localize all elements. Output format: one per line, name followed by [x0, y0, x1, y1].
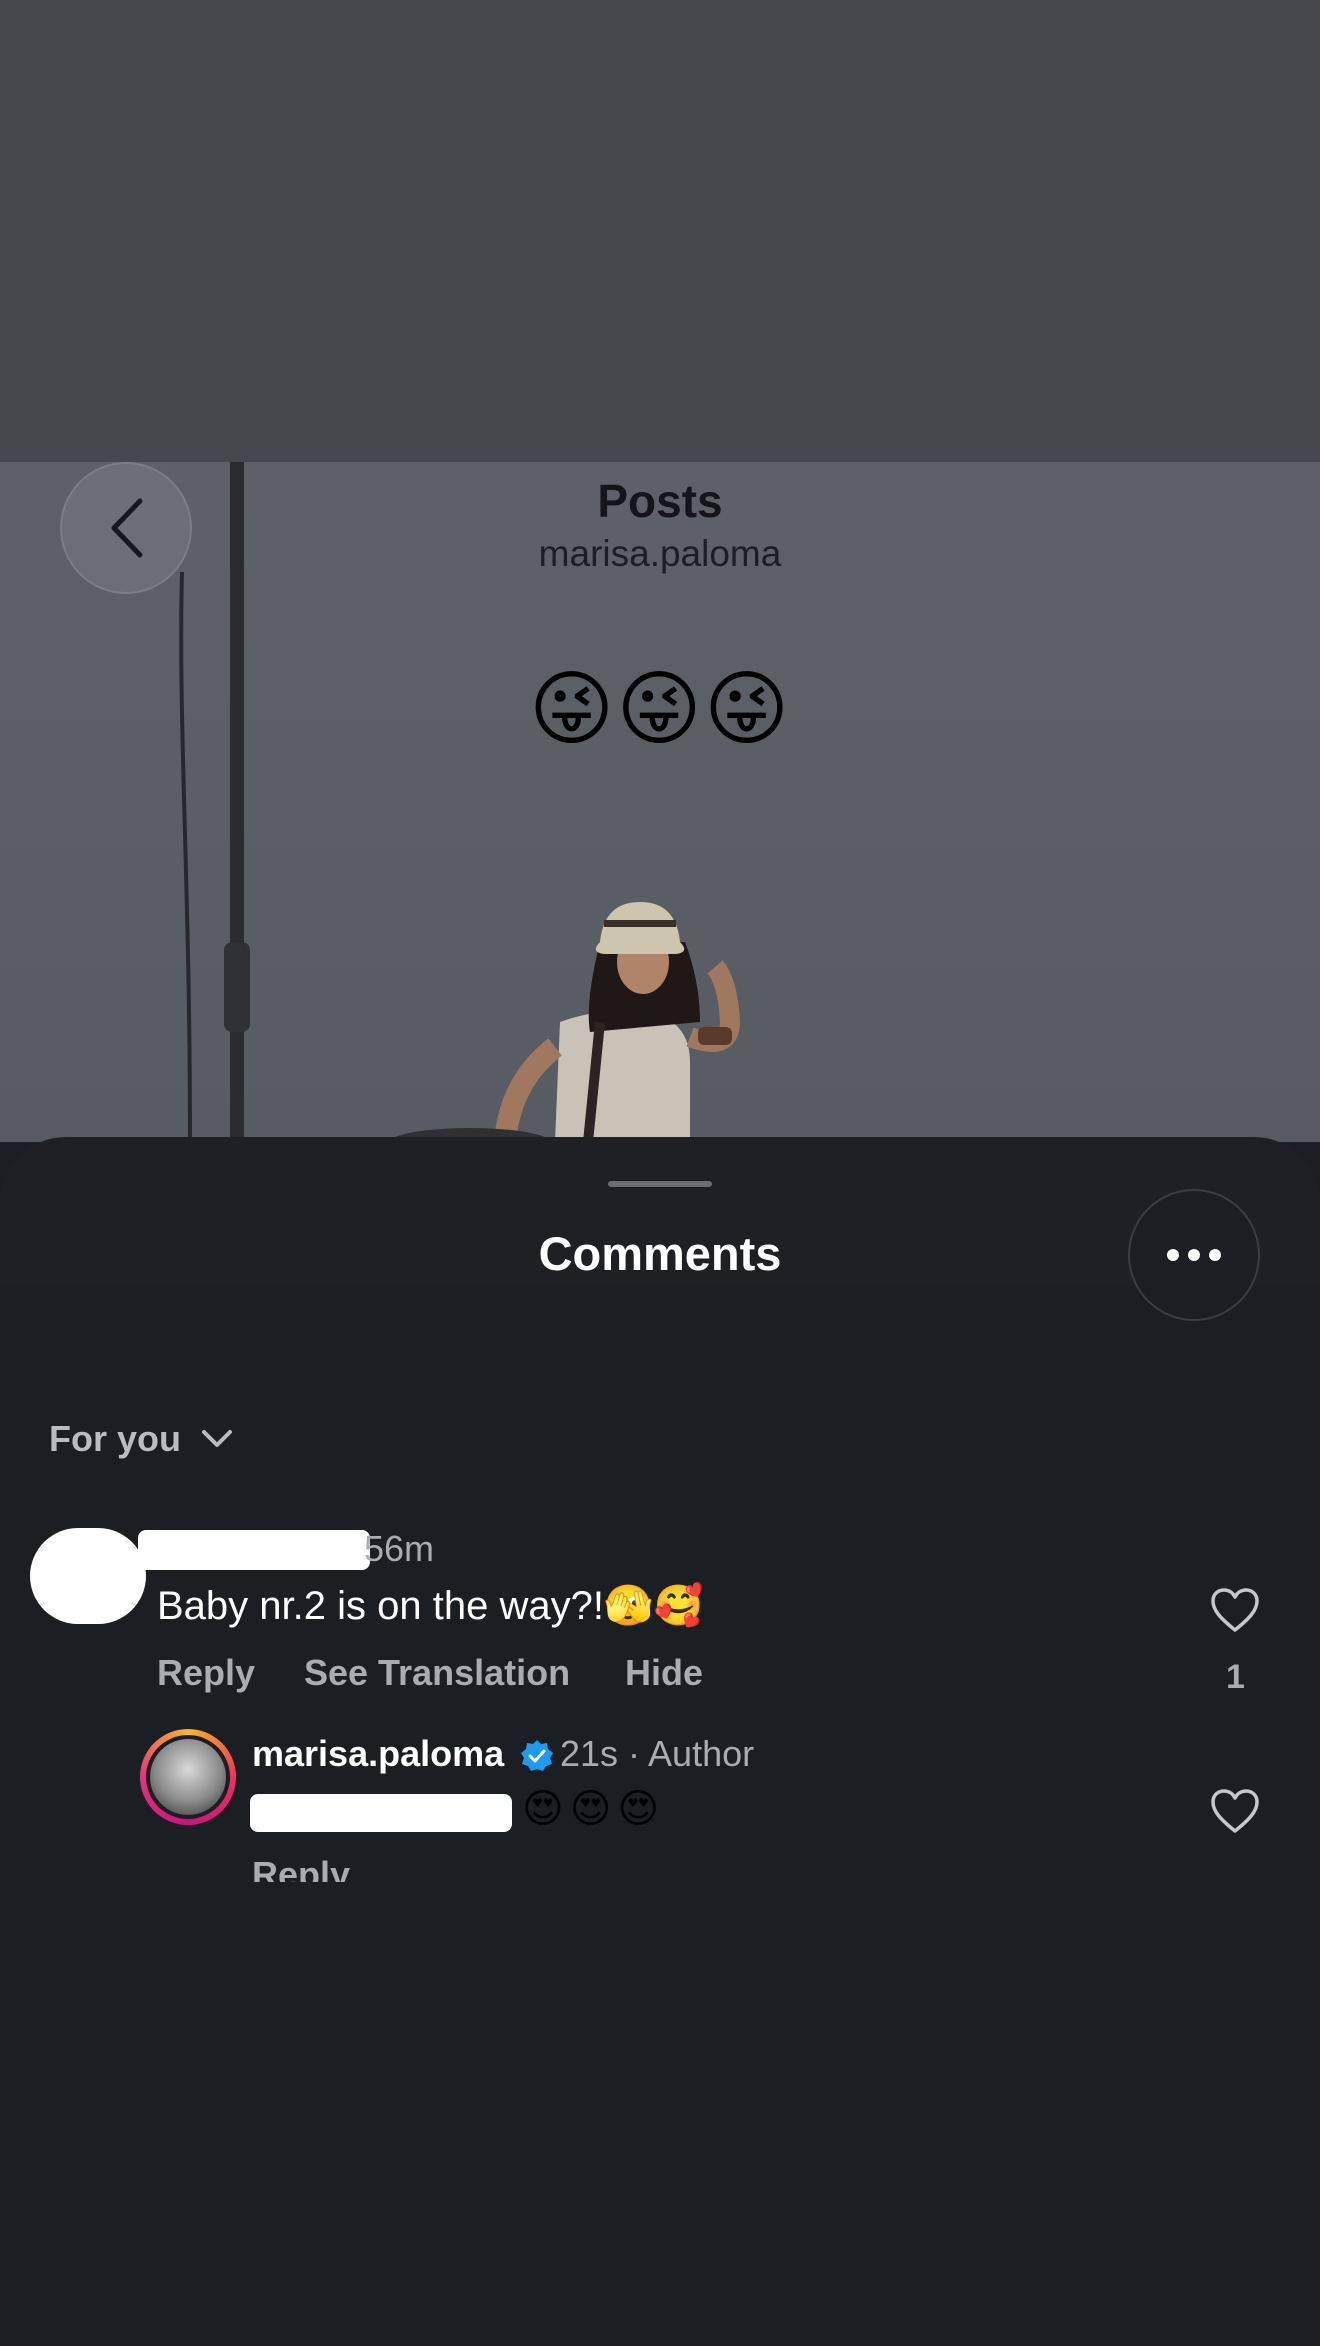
author-avatar-border — [146, 1735, 230, 1819]
comments-title: Comments — [538, 1227, 782, 1280]
sort-dropdown[interactable]: For you — [49, 1418, 233, 1460]
heart-icon[interactable] — [1210, 1588, 1260, 1634]
avatar[interactable] — [30, 1528, 146, 1624]
redacted-mention — [250, 1794, 512, 1832]
top-dimmed-area — [0, 0, 1320, 462]
author-avatar[interactable] — [140, 1729, 236, 1825]
comment-time: 56m — [364, 1528, 435, 1569]
reply-username[interactable]: marisa.paloma — [252, 1733, 504, 1775]
like-count: 1 — [1226, 1658, 1245, 1696]
more-icon — [1167, 1249, 1221, 1261]
sort-label: For you — [49, 1418, 181, 1459]
sheet-grabber[interactable] — [608, 1181, 712, 1187]
page-title: Posts — [597, 475, 723, 527]
chevron-down-icon — [202, 1430, 232, 1447]
hide-button[interactable]: Hide — [625, 1652, 703, 1694]
comment-text: Baby nr.2 is on the way?!🫣🥰 — [157, 1584, 704, 1628]
reply-text: 😍😍😍 — [522, 1787, 666, 1831]
reply-clip: Reply — [0, 1850, 1320, 1882]
author-avatar-photo — [150, 1739, 226, 1815]
reply-button[interactable]: Reply — [157, 1652, 255, 1694]
reply-reply-button[interactable]: Reply — [252, 1854, 350, 1882]
reply-meta: 21s · Author — [560, 1733, 755, 1774]
redacted-username — [138, 1530, 370, 1570]
post-username[interactable]: marisa.paloma — [0, 533, 1320, 575]
more-options-button[interactable] — [1128, 1189, 1260, 1321]
verified-icon — [521, 1740, 553, 1771]
heart-icon[interactable] — [1210, 1789, 1260, 1835]
bottom-area — [0, 1882, 1320, 2346]
post-caption: 😜😜😜 — [528, 664, 792, 755]
see-translation-button[interactable]: See Translation — [304, 1652, 570, 1694]
